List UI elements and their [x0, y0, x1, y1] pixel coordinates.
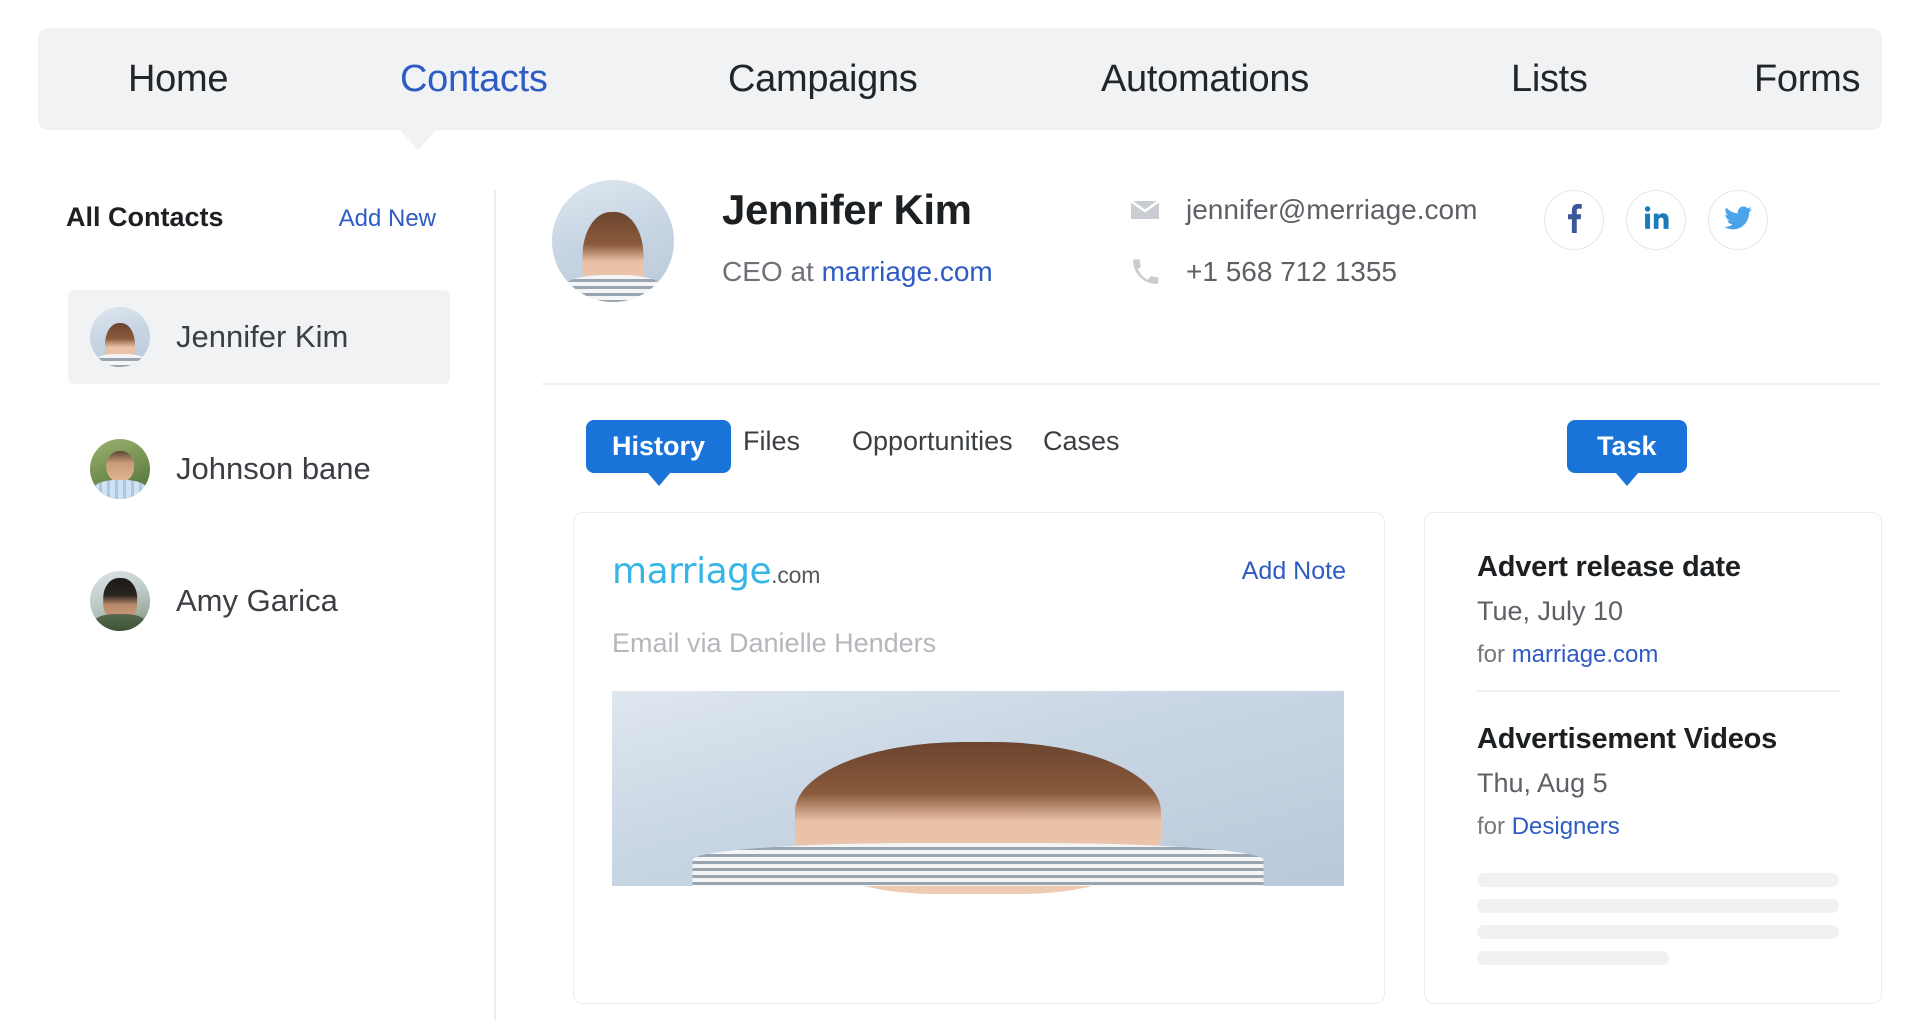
nav-item-campaigns[interactable]: Campaigns [728, 58, 918, 101]
history-message: Following up on our meeting Hi Jen, It i… [612, 691, 1344, 886]
task-card: Advert release date Tue, July 10 for mar… [1424, 512, 1882, 1004]
task-title: Advert release date [1477, 551, 1839, 584]
nav-item-automations[interactable]: Automations [1101, 58, 1309, 101]
contact-email: jennifer@merriage.com [1186, 194, 1477, 226]
social-links [1544, 190, 1768, 250]
skeleton-line [1477, 925, 1839, 939]
task-for: for Designers [1477, 813, 1839, 841]
contact-company-link[interactable]: marriage.com [822, 256, 993, 287]
skeleton-line [1477, 873, 1839, 887]
contact-phone-row[interactable]: +1 568 712 1355 [1130, 248, 1477, 296]
detail-tabs: History Files Opportunities Cases Task [542, 420, 1882, 490]
sidebar-header: All Contacts Add New [66, 202, 436, 233]
task-for-prefix: for [1477, 641, 1512, 668]
brand-mark: marriage [612, 551, 771, 592]
twitter-icon [1724, 206, 1752, 235]
avatar [90, 571, 150, 631]
task-for-link[interactable]: marriage.com [1512, 641, 1659, 668]
task-title: Advertisement Videos [1477, 723, 1839, 756]
contact-name: Jennifer Kim [176, 319, 348, 355]
contact-role: CEO at marriage.com [722, 256, 993, 288]
email-via-label: Email via Danielle Henders [612, 628, 936, 659]
tab-opportunities[interactable]: Opportunities [852, 426, 1013, 457]
task-date: Tue, July 10 [1477, 596, 1839, 627]
avatar [90, 307, 150, 367]
tab-cases[interactable]: Cases [1043, 426, 1120, 457]
contact-role-prefix: CEO at [722, 256, 822, 287]
message-avatar [612, 696, 658, 742]
linkedin-button[interactable] [1626, 190, 1686, 250]
task-skeleton-placeholder [1477, 873, 1839, 965]
facebook-icon [1566, 203, 1582, 238]
task-for-prefix: for [1477, 813, 1512, 840]
envelope-icon [1130, 195, 1160, 225]
task-button-label: Task [1597, 431, 1657, 461]
contact-email-row[interactable]: jennifer@merriage.com [1130, 186, 1477, 234]
sidebar-divider [494, 190, 496, 1020]
task-for: for marriage.com [1477, 641, 1839, 669]
contact-name: Amy Garica [176, 583, 338, 619]
task-item[interactable]: Advertisement Videos Thu, Aug 5 for Desi… [1477, 723, 1839, 841]
nav-item-home[interactable]: Home [128, 58, 228, 101]
task-button[interactable]: Task [1567, 420, 1687, 473]
linkedin-icon [1643, 205, 1669, 236]
tab-history-label: History [612, 431, 705, 461]
top-navigation-bar: Home Contacts Campaigns Automations List… [38, 28, 1882, 130]
task-divider [1477, 690, 1839, 692]
contact-detail-header: Jennifer Kim CEO at marriage.com jennife… [542, 170, 1882, 385]
tab-history[interactable]: History [586, 420, 731, 473]
contact-name-heading: Jennifer Kim [722, 186, 972, 234]
brand-tld: .com [771, 562, 820, 589]
active-nav-caret-icon [400, 130, 436, 150]
contact-phone: +1 568 712 1355 [1186, 256, 1397, 288]
avatar [90, 439, 150, 499]
tab-caret-icon [647, 472, 671, 486]
contact-list-item-amy-garica[interactable]: Amy Garica [68, 554, 450, 648]
nav-item-lists[interactable]: Lists [1511, 58, 1588, 101]
history-card: marriage.com Add Note Email via Danielle… [573, 512, 1385, 1004]
header-divider [542, 383, 1880, 385]
task-date: Thu, Aug 5 [1477, 768, 1839, 799]
task-item[interactable]: Advert release date Tue, July 10 for mar… [1477, 551, 1839, 669]
nav-item-forms[interactable]: Forms [1754, 58, 1860, 101]
skeleton-line [1477, 951, 1669, 965]
task-caret-icon [1615, 472, 1639, 486]
task-for-link[interactable]: Designers [1512, 813, 1620, 840]
nav-item-contacts[interactable]: Contacts [400, 58, 548, 101]
contact-avatar [552, 180, 674, 302]
contact-list-item-jennifer-kim[interactable]: Jennifer Kim [68, 290, 450, 384]
contacts-sidebar: All Contacts Add New Jennifer Kim Johnso… [0, 160, 492, 1033]
add-new-contact-link[interactable]: Add New [339, 205, 436, 233]
contact-name: Johnson bane [176, 451, 371, 487]
crm-app: Home Contacts Campaigns Automations List… [0, 0, 1920, 1033]
skeleton-line [1477, 899, 1839, 913]
history-card-header: marriage.com Add Note [612, 551, 1346, 592]
add-note-link[interactable]: Add Note [1242, 557, 1346, 586]
contact-list: Jennifer Kim Johnson bane Amy Garica [68, 290, 450, 648]
contact-meta-block: jennifer@merriage.com +1 568 712 1355 [1130, 186, 1477, 296]
phone-icon [1130, 257, 1160, 287]
tab-files[interactable]: Files [743, 426, 800, 457]
marriage-logo: marriage.com [612, 551, 820, 592]
facebook-button[interactable] [1544, 190, 1604, 250]
twitter-button[interactable] [1708, 190, 1768, 250]
contact-list-item-johnson-bane[interactable]: Johnson bane [68, 422, 450, 516]
sidebar-title: All Contacts [66, 202, 224, 233]
